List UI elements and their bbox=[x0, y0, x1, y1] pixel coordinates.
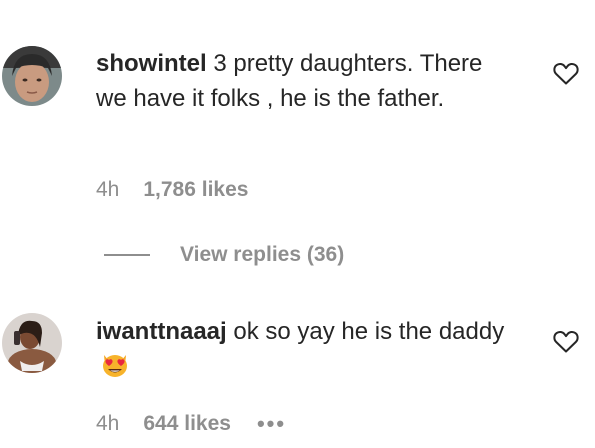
comment-likes[interactable]: 644 likes bbox=[143, 412, 231, 436]
comment-body: ok so yay he is the daddy bbox=[226, 318, 505, 345]
comment-meta: 4h 1,786 likes bbox=[96, 178, 248, 202]
comment-username[interactable]: showintel bbox=[96, 50, 207, 77]
heart-eyes-cat-emoji bbox=[103, 355, 127, 377]
comment-time[interactable]: 4h bbox=[96, 178, 119, 202]
comments-panel: showintel 3 pretty daughters. There we h… bbox=[0, 0, 595, 448]
avatar[interactable] bbox=[2, 313, 62, 373]
more-options-button[interactable]: ••• bbox=[257, 411, 286, 437]
comment-text: showintel 3 pretty daughters. There we h… bbox=[96, 46, 516, 116]
comment-time[interactable]: 4h bbox=[96, 412, 119, 436]
comment-username[interactable]: iwanttnaaaj bbox=[96, 318, 227, 345]
view-replies-label: View replies (36) bbox=[180, 243, 345, 266]
view-replies-button[interactable]: View replies (36) bbox=[104, 243, 344, 267]
heart-outline-icon[interactable] bbox=[553, 62, 579, 86]
comment-text: iwanttnaaaj ok so yay he is the daddy bbox=[96, 314, 526, 384]
avatar[interactable] bbox=[2, 46, 62, 106]
heart-outline-icon[interactable] bbox=[553, 330, 579, 354]
comment-meta: 4h 644 likes ••• bbox=[96, 411, 286, 437]
comment-likes[interactable]: 1,786 likes bbox=[143, 178, 248, 202]
replies-divider bbox=[104, 254, 150, 256]
